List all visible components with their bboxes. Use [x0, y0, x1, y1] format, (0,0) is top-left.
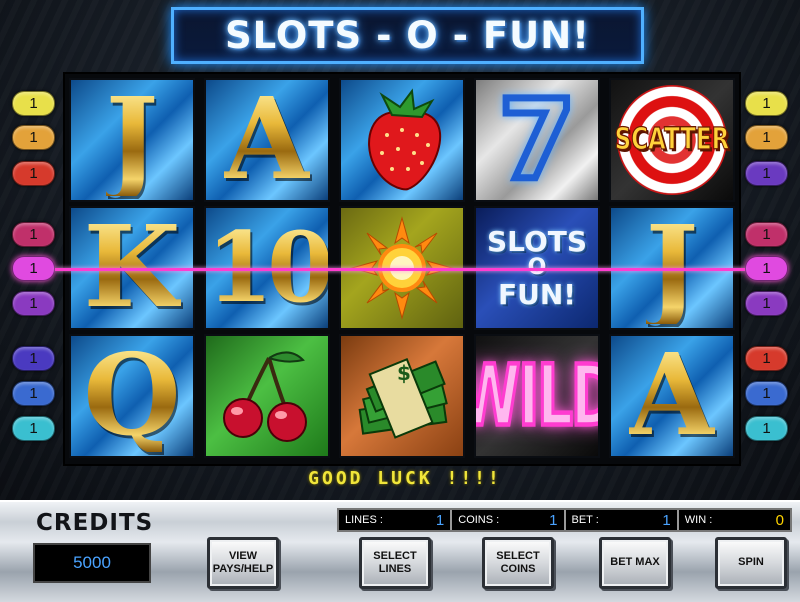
cherries-icon — [223, 351, 307, 442]
symbol-j: J — [69, 78, 195, 202]
line-indicator-left-3[interactable]: 1 — [12, 161, 55, 186]
win-info: WIN : 0 — [684, 511, 784, 529]
scatter-target-icon: SCATTER — [614, 85, 730, 195]
line-indicator-left-8[interactable]: 1 — [12, 381, 55, 406]
strawberry-icon — [368, 88, 442, 191]
symbol-strawberry — [339, 78, 465, 202]
line-indicator-right-6[interactable]: 1 — [745, 291, 788, 316]
game-title-banner: SLOTS - O - FUN! — [171, 7, 644, 64]
symbol-seven: 7 — [474, 78, 600, 202]
bet-max-button[interactable]: BET MAX — [599, 537, 671, 589]
lines-value: 1 — [435, 511, 445, 529]
credits-value: 5000 — [73, 553, 111, 572]
line-indicator-right-8[interactable]: 1 — [745, 381, 788, 406]
line-indicator-left-6[interactable]: 1 — [12, 291, 55, 316]
spin-button[interactable]: SPIN — [715, 537, 787, 589]
line-indicator-left-9[interactable]: 1 — [12, 416, 55, 441]
bet-value: 1 — [662, 511, 671, 529]
coins-value: 1 — [549, 511, 558, 529]
bet-info-bar: LINES : 1 COINS : 1 BET : 1 WIN : 0 — [337, 508, 792, 532]
credits-display: 5000 — [33, 543, 151, 583]
symbol-wild: WILD — [474, 334, 600, 458]
line-indicator-left-1[interactable]: 1 — [12, 91, 55, 116]
active-payline — [55, 268, 745, 271]
symbol-a: A — [609, 334, 735, 458]
select-lines-button[interactable]: SELECT LINES — [359, 537, 431, 589]
game-title: SLOTS - O - FUN! — [224, 14, 591, 57]
lines-info: LINES : 1 — [339, 510, 453, 530]
bet-info: BET : 1 — [566, 510, 679, 530]
line-indicator-right-2[interactable]: 1 — [745, 125, 788, 150]
line-indicator-left-7[interactable]: 1 — [12, 346, 55, 371]
svg-text:$: $ — [397, 361, 411, 385]
credits-label: CREDITS — [36, 510, 154, 536]
line-indicator-left-2[interactable]: 1 — [12, 125, 55, 150]
symbol-cherries — [204, 334, 330, 458]
win-value: 0 — [775, 511, 784, 529]
select-coins-button[interactable]: SELECT COINS — [482, 537, 554, 589]
line-indicator-right-5[interactable]: 1 — [745, 256, 788, 281]
line-indicator-right-4[interactable]: 1 — [745, 222, 788, 247]
line-indicator-right-7[interactable]: 1 — [745, 346, 788, 371]
line-indicator-right-1[interactable]: 1 — [745, 91, 788, 116]
symbol-a: A — [204, 78, 330, 202]
symbol-scatter: SCATTER — [609, 78, 735, 202]
cash-icon: $ — [358, 358, 448, 439]
line-indicator-right-3[interactable]: 1 — [745, 161, 788, 186]
coins-info: COINS : 1 — [452, 510, 566, 530]
view-pays-help-button[interactable]: VIEW PAYS/HELP — [207, 537, 279, 589]
symbol-cash: $ — [339, 334, 465, 458]
line-indicator-right-9[interactable]: 1 — [745, 416, 788, 441]
status-message: GOOD LUCK !!!! — [308, 468, 502, 489]
line-indicator-left-4[interactable]: 1 — [12, 222, 55, 247]
symbol-q: Q — [69, 334, 195, 458]
line-indicator-left-5[interactable]: 1 — [12, 256, 55, 281]
